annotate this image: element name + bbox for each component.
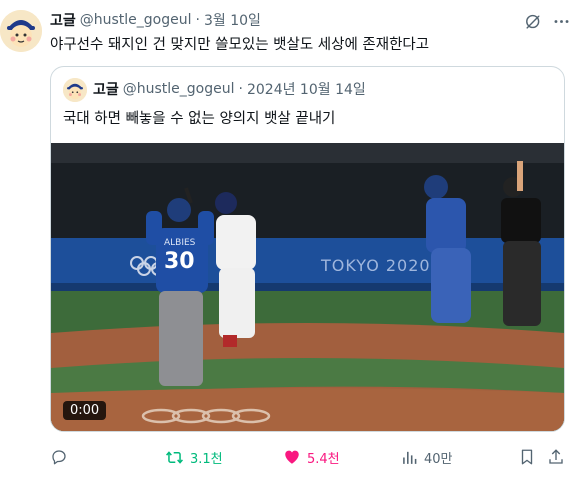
quote-date: 2024년 10월 14일: [246, 82, 366, 98]
grok-button[interactable]: [522, 10, 544, 32]
quote-avatar[interactable]: [63, 78, 87, 102]
like-button[interactable]: 5.4천: [283, 446, 340, 468]
video-player[interactable]: TOKYO 2020 ALBIES 30 0:00: [51, 143, 564, 431]
grok-icon: [525, 12, 542, 29]
retweet-button[interactable]: 3.1천: [165, 446, 223, 468]
video-frame: [51, 143, 564, 431]
separator-dot: ·: [195, 12, 200, 28]
views-button[interactable]: 40만: [401, 446, 453, 468]
player-number: 30: [164, 249, 195, 274]
heart-icon: [285, 450, 299, 464]
like-count: 5.4천: [307, 451, 340, 467]
quote-avatar-image: [63, 78, 87, 102]
scoreboard-text: TOKYO 2020: [321, 256, 431, 275]
more-icon: [554, 19, 568, 23]
avatar-image: [0, 10, 42, 52]
player-name: ALBIES: [164, 238, 196, 248]
views-icon: [403, 451, 417, 464]
bookmark-icon: [521, 449, 533, 465]
retweet-count: 3.1천: [190, 451, 223, 467]
more-button[interactable]: [550, 10, 572, 32]
views-count: 40만: [424, 451, 453, 467]
tweet-text: 야구선수 돼지인 건 맞지만 쓸모있는 뱃살도 세상에 존재한다고: [50, 37, 430, 53]
quote-author-handle: @hustle_gogeul: [122, 81, 235, 97]
quote-author-name: 고글: [93, 82, 119, 98]
reply-button[interactable]: [50, 446, 74, 468]
quote-header: 고글 @hustle_gogeul · 2024년 10월 14일: [93, 79, 366, 99]
tweet: 고글 @hustle_gogeul · 3월 10일 야구선수 돼지인 건 맞지…: [0, 0, 574, 479]
share-icon: [549, 449, 563, 464]
retweet-icon: [166, 450, 183, 464]
quoted-tweet[interactable]: 고글 @hustle_gogeul · 2024년 10월 14일 국대 하면 …: [50, 66, 565, 432]
video-duration: 0:00: [63, 401, 107, 420]
author-handle[interactable]: @hustle_gogeul: [80, 12, 192, 28]
bookmark-button[interactable]: [518, 446, 536, 468]
share-button[interactable]: [547, 446, 565, 468]
tweet-date[interactable]: 3월 10일: [204, 10, 261, 30]
quote-text: 국대 하면 빼놓을 수 없는 양의지 뱃살 끝내기: [63, 111, 336, 127]
reply-icon: [52, 450, 66, 465]
author-name[interactable]: 고글: [50, 10, 76, 30]
avatar[interactable]: [0, 10, 42, 52]
tweet-header: 고글 @hustle_gogeul · 3월 10일: [50, 10, 261, 30]
action-bar: 3.1천 5.4천 40만: [50, 446, 570, 468]
quote-separator-dot: ·: [238, 81, 243, 97]
